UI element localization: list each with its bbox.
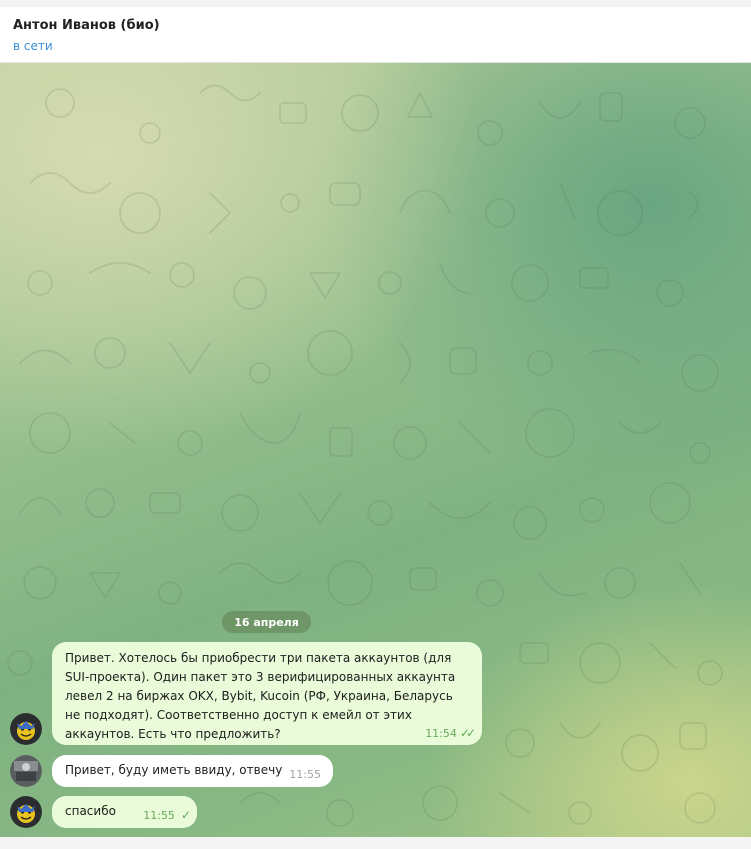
date-separator: 16 апреля — [222, 611, 311, 633]
message-bubble[interactable]: спасибо 11:55 ✓ — [52, 796, 197, 828]
contact-name[interactable]: Антон Иванов (био) — [13, 18, 160, 33]
message-text: спасибо — [65, 804, 116, 818]
chat-header[interactable]: Антон Иванов (био) в сети — [0, 7, 751, 63]
avatar[interactable] — [10, 796, 42, 828]
message-time: 11:54 — [425, 727, 457, 740]
message-bubble[interactable]: Привет. Хотелось бы приобрести три пакет… — [52, 642, 482, 745]
single-check-icon: ✓ — [180, 808, 191, 822]
footer-strip — [0, 837, 751, 849]
message-text: Привет. Хотелось бы приобрести три пакет… — [65, 651, 456, 741]
online-status: в сети — [13, 39, 53, 53]
message-text: Привет, буду иметь ввиду, отвечу — [65, 763, 283, 777]
avatar[interactable] — [10, 713, 42, 745]
message-time: 11:55 — [289, 768, 321, 781]
message-time: 11:55 — [143, 809, 175, 822]
double-check-icon: ✓✓ — [459, 726, 476, 740]
chat-area[interactable]: 16 апреля Привет. Хотелось бы приобрести… — [0, 63, 751, 837]
message-bubble[interactable]: Привет, буду иметь ввиду, отвечу 11:55 — [52, 755, 333, 787]
avatar[interactable] — [10, 755, 42, 787]
